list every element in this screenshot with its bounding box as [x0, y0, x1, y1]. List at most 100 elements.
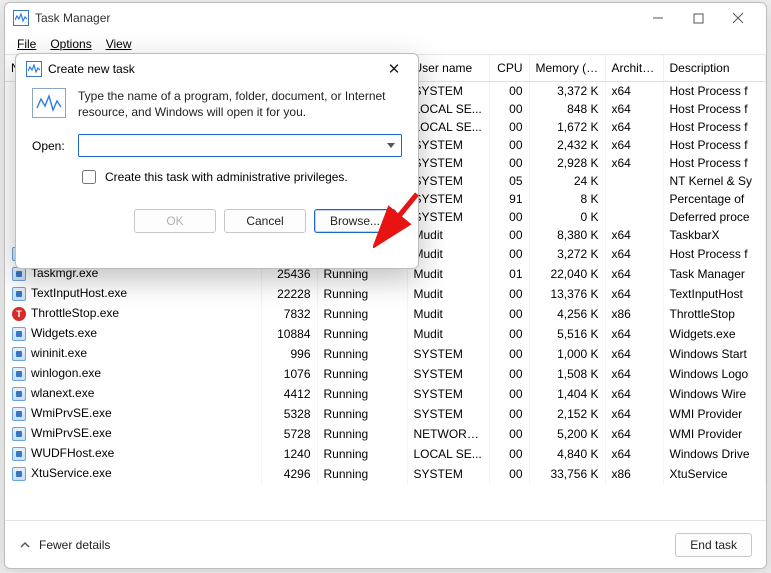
cell-cpu: 00: [489, 100, 529, 118]
process-icon: [11, 286, 27, 302]
cell-cpu: 00: [489, 304, 529, 324]
cell-memory: 0 K: [529, 208, 605, 226]
minimize-button[interactable]: [638, 5, 678, 31]
cell-user: Mudit: [407, 264, 489, 284]
open-combobox[interactable]: [78, 134, 402, 157]
cancel-button[interactable]: Cancel: [224, 209, 306, 233]
col-user[interactable]: User name: [407, 55, 489, 82]
dialog-titlebar[interactable]: Create new task ✕: [16, 54, 418, 84]
cell-user: Mudit: [407, 226, 489, 244]
menubar: File Options View: [5, 33, 766, 55]
cell-desc: Host Process f: [663, 82, 766, 101]
cell-memory: 1,672 K: [529, 118, 605, 136]
chevron-up-icon: [19, 539, 31, 551]
cell-cpu: 00: [489, 284, 529, 304]
cell-user: SYSTEM: [407, 190, 489, 208]
process-icon: [11, 446, 27, 462]
table-row[interactable]: wininit.exe996RunningSYSTEM001,000 Kx64W…: [5, 344, 766, 364]
cell-status: Running: [317, 324, 407, 344]
cell-pid: 1240: [261, 444, 317, 464]
menu-file[interactable]: File: [11, 35, 42, 53]
table-row[interactable]: WmiPrvSE.exe5328RunningSYSTEM002,152 Kx6…: [5, 404, 766, 424]
cell-cpu: 00: [489, 344, 529, 364]
table-row[interactable]: WUDFHost.exe1240RunningLOCAL SE...004,84…: [5, 444, 766, 464]
cell-status: Running: [317, 464, 407, 484]
cell-desc: Windows Start: [663, 344, 766, 364]
cell-desc: ThrottleStop: [663, 304, 766, 324]
cell-user: SYSTEM: [407, 154, 489, 172]
menu-view[interactable]: View: [100, 35, 138, 53]
cell-pid: 996: [261, 344, 317, 364]
cell-user: NETWORK...: [407, 424, 489, 444]
cell-user: Mudit: [407, 324, 489, 344]
close-button[interactable]: [718, 5, 758, 31]
table-row[interactable]: XtuService.exe4296RunningSYSTEM0033,756 …: [5, 464, 766, 484]
cell-desc: TaskbarX: [663, 226, 766, 244]
cell-pid: 5328: [261, 404, 317, 424]
cell-desc: NT Kernel & Sy: [663, 172, 766, 190]
fewer-details-label: Fewer details: [39, 538, 110, 552]
dialog-title: Create new task: [48, 62, 380, 76]
cell-arch: [605, 208, 663, 226]
cell-pid: 1076: [261, 364, 317, 384]
cell-arch: x64: [605, 284, 663, 304]
process-icon: [11, 366, 27, 382]
cell-name: wlanext.exe: [5, 384, 261, 404]
process-icon: [11, 386, 27, 402]
cell-memory: 2,928 K: [529, 154, 605, 172]
col-arch[interactable]: Archite...: [605, 55, 663, 82]
col-cpu[interactable]: CPU: [489, 55, 529, 82]
col-memory[interactable]: Memory (a...: [529, 55, 605, 82]
menu-options[interactable]: Options: [44, 35, 97, 53]
end-task-button[interactable]: End task: [675, 533, 752, 557]
cell-cpu: 00: [489, 324, 529, 344]
cell-cpu: 00: [489, 118, 529, 136]
cell-status: Running: [317, 404, 407, 424]
cell-desc: Task Manager: [663, 264, 766, 284]
cell-desc: XtuService: [663, 464, 766, 484]
cell-cpu: 05: [489, 172, 529, 190]
cell-memory: 13,376 K: [529, 284, 605, 304]
cell-cpu: 00: [489, 136, 529, 154]
open-label: Open:: [32, 139, 68, 153]
table-row[interactable]: wlanext.exe4412RunningSYSTEM001,404 Kx64…: [5, 384, 766, 404]
cell-desc: Deferred proce: [663, 208, 766, 226]
cell-arch: x86: [605, 464, 663, 484]
cell-cpu: 00: [489, 424, 529, 444]
ok-button[interactable]: OK: [134, 209, 216, 233]
browse-button[interactable]: Browse...: [314, 209, 396, 233]
window-titlebar[interactable]: Task Manager: [5, 3, 766, 33]
maximize-button[interactable]: [678, 5, 718, 31]
cell-memory: 3,272 K: [529, 244, 605, 264]
col-desc[interactable]: Description: [663, 55, 766, 82]
table-row[interactable]: TextInputHost.exe22228RunningMudit0013,3…: [5, 284, 766, 304]
cell-name: XtuService.exe: [5, 464, 261, 484]
cell-name: winlogon.exe: [5, 364, 261, 384]
table-row[interactable]: WmiPrvSE.exe5728RunningNETWORK...005,200…: [5, 424, 766, 444]
admin-checkbox[interactable]: [82, 170, 96, 184]
cell-status: Running: [317, 424, 407, 444]
cell-memory: 1,508 K: [529, 364, 605, 384]
cell-arch: x64: [605, 424, 663, 444]
cell-cpu: 00: [489, 384, 529, 404]
table-row[interactable]: TThrottleStop.exe7832RunningMudit004,256…: [5, 304, 766, 324]
cell-arch: x64: [605, 264, 663, 284]
cell-desc: Percentage of: [663, 190, 766, 208]
fewer-details-toggle[interactable]: Fewer details: [19, 538, 110, 552]
cell-memory: 3,372 K: [529, 82, 605, 101]
table-row[interactable]: Widgets.exe10884RunningMudit005,516 Kx64…: [5, 324, 766, 344]
cell-memory: 8 K: [529, 190, 605, 208]
cell-cpu: 00: [489, 82, 529, 101]
cell-name: WmiPrvSE.exe: [5, 424, 261, 444]
cell-user: SYSTEM: [407, 364, 489, 384]
footer: Fewer details End task: [5, 520, 766, 568]
cell-arch: x64: [605, 244, 663, 264]
cell-desc: Host Process f: [663, 154, 766, 172]
cell-memory: 8,380 K: [529, 226, 605, 244]
cell-memory: 1,000 K: [529, 344, 605, 364]
cell-name: TextInputHost.exe: [5, 284, 261, 304]
cell-user: Mudit: [407, 304, 489, 324]
dialog-close-button[interactable]: ✕: [380, 57, 408, 81]
cell-memory: 5,200 K: [529, 424, 605, 444]
table-row[interactable]: winlogon.exe1076RunningSYSTEM001,508 Kx6…: [5, 364, 766, 384]
